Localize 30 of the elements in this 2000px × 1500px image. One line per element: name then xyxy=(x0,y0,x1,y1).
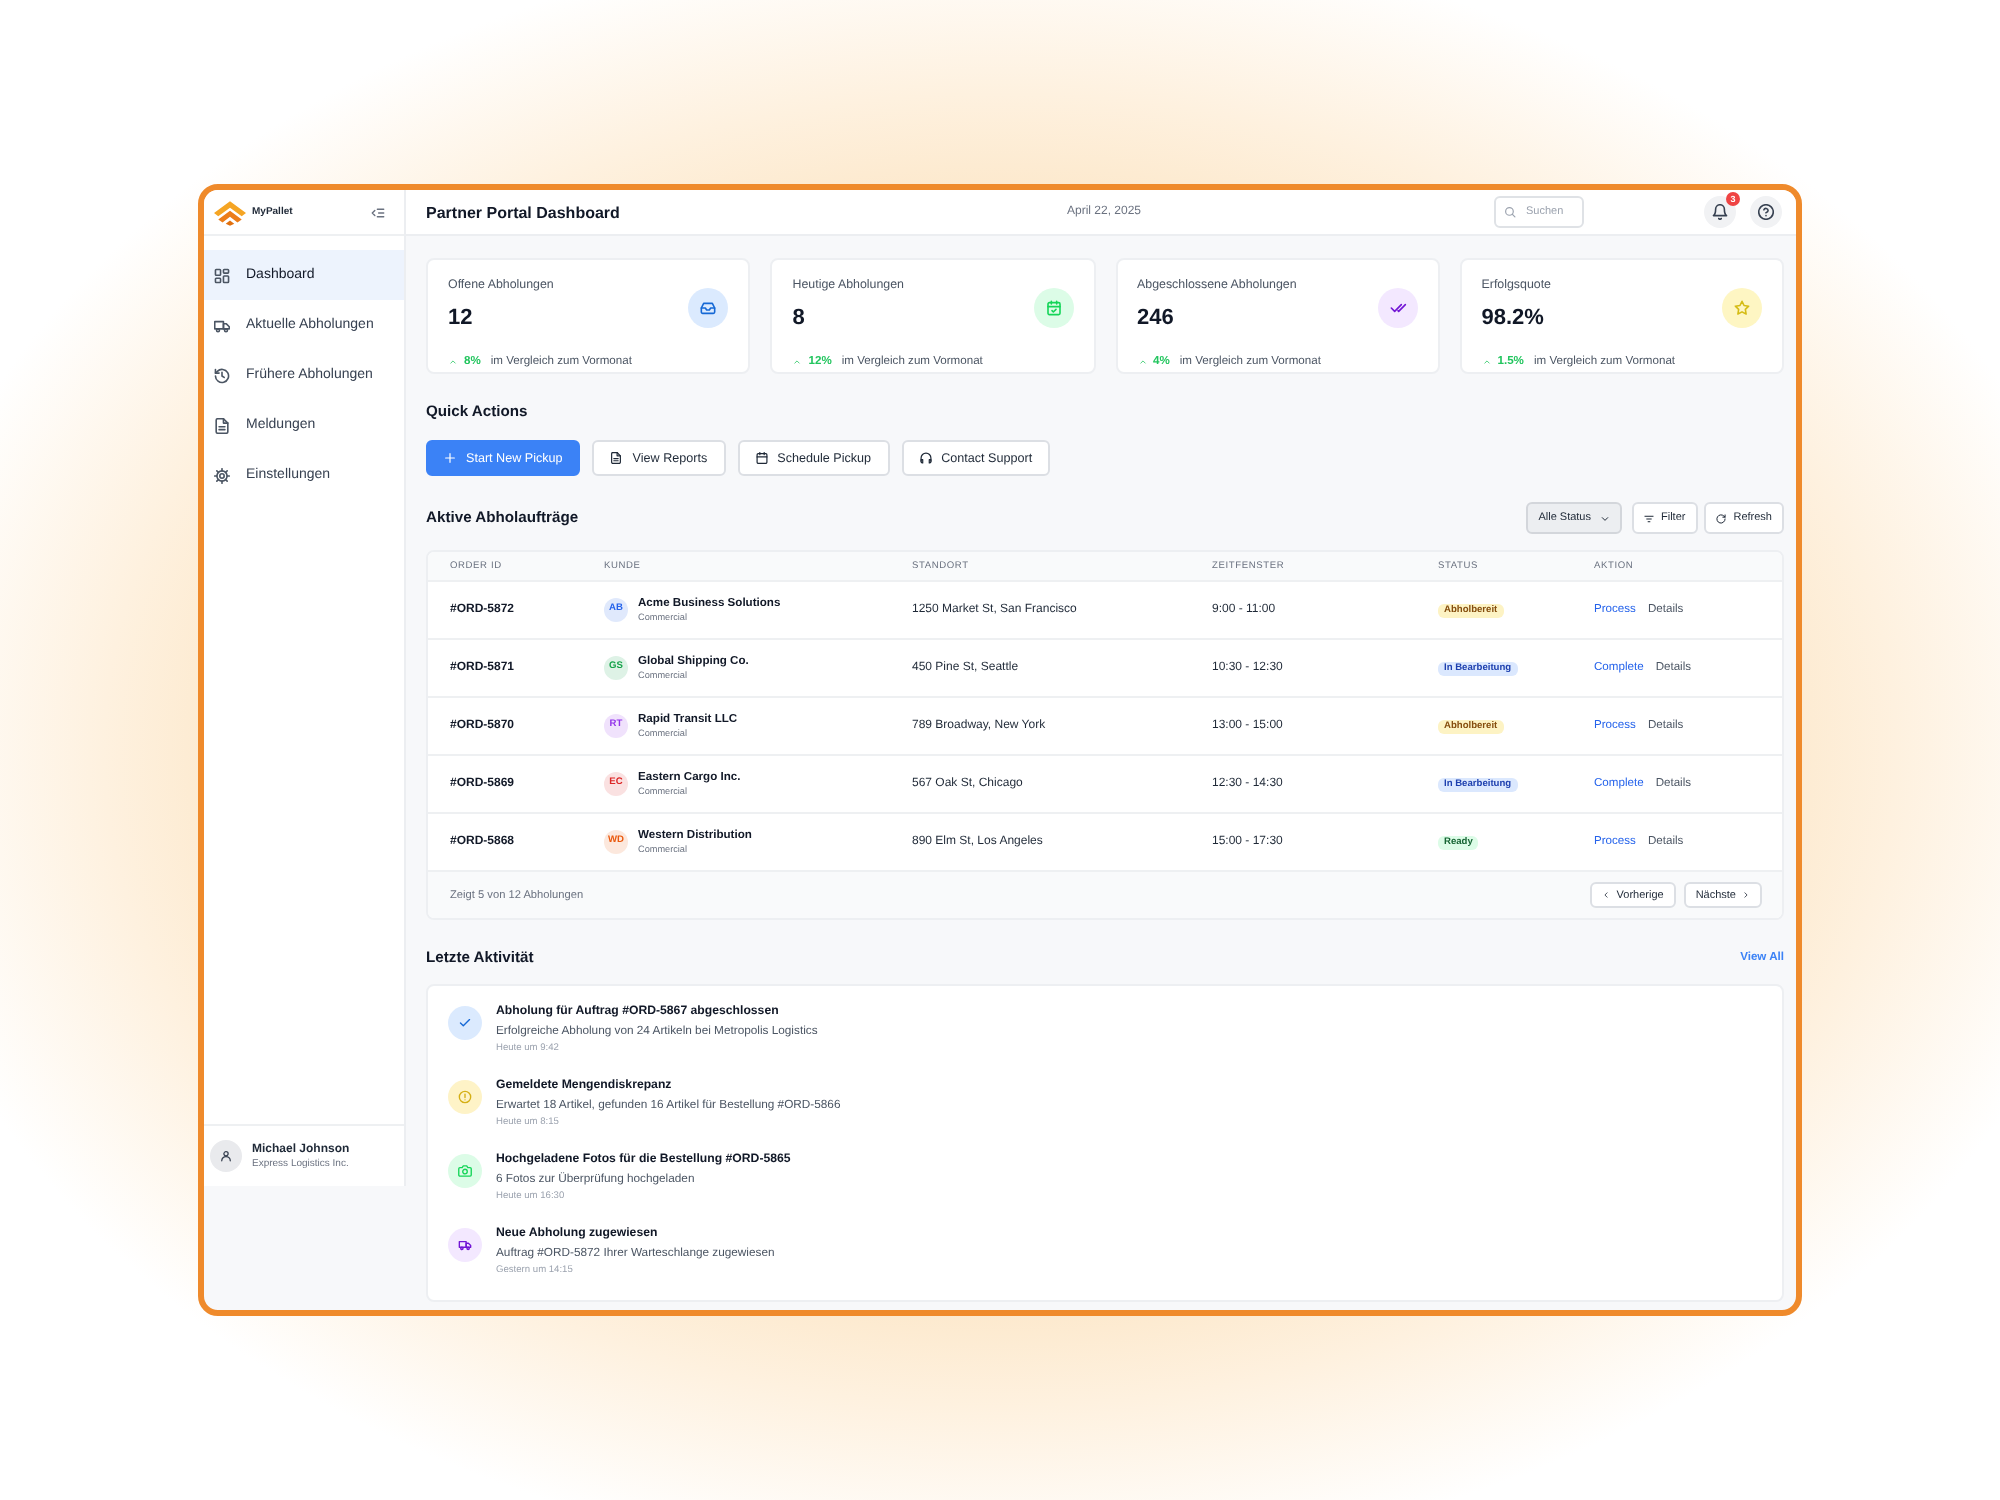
chevron-up-icon xyxy=(1481,357,1492,366)
chevron-up-icon xyxy=(1137,357,1147,366)
calendar-icon xyxy=(755,452,768,464)
menu-collapse-icon[interactable] xyxy=(370,205,386,219)
truck-icon xyxy=(214,317,230,333)
logo-icon xyxy=(214,199,246,225)
chevron-left-icon xyxy=(1602,890,1611,900)
stat-value: 98.2% xyxy=(1481,303,1546,334)
chevron-up-icon xyxy=(448,357,458,366)
document-icon xyxy=(610,452,623,464)
stat-value: 12 xyxy=(448,303,475,334)
filter-icon xyxy=(1643,513,1653,523)
chevron-right-icon xyxy=(1742,890,1750,900)
refresh-icon xyxy=(1715,513,1726,523)
bell-icon xyxy=(1712,204,1728,220)
plus-icon xyxy=(444,452,456,464)
headset-icon xyxy=(919,452,932,464)
help-icon xyxy=(1758,204,1774,220)
stat-value: 8 xyxy=(792,303,807,334)
document-icon xyxy=(214,417,230,433)
search-icon xyxy=(1504,206,1516,218)
chevron-down-icon xyxy=(1599,513,1609,523)
help-button[interactable] xyxy=(1750,196,1782,228)
page-title: Partner Portal Dashboard xyxy=(426,203,620,221)
stat-value: 246 xyxy=(1137,303,1176,334)
grid-icon xyxy=(214,267,230,283)
clock-icon xyxy=(214,367,230,383)
gear-icon xyxy=(214,467,230,483)
chevron-up-icon xyxy=(792,357,803,366)
avatar-icon xyxy=(210,1140,242,1172)
